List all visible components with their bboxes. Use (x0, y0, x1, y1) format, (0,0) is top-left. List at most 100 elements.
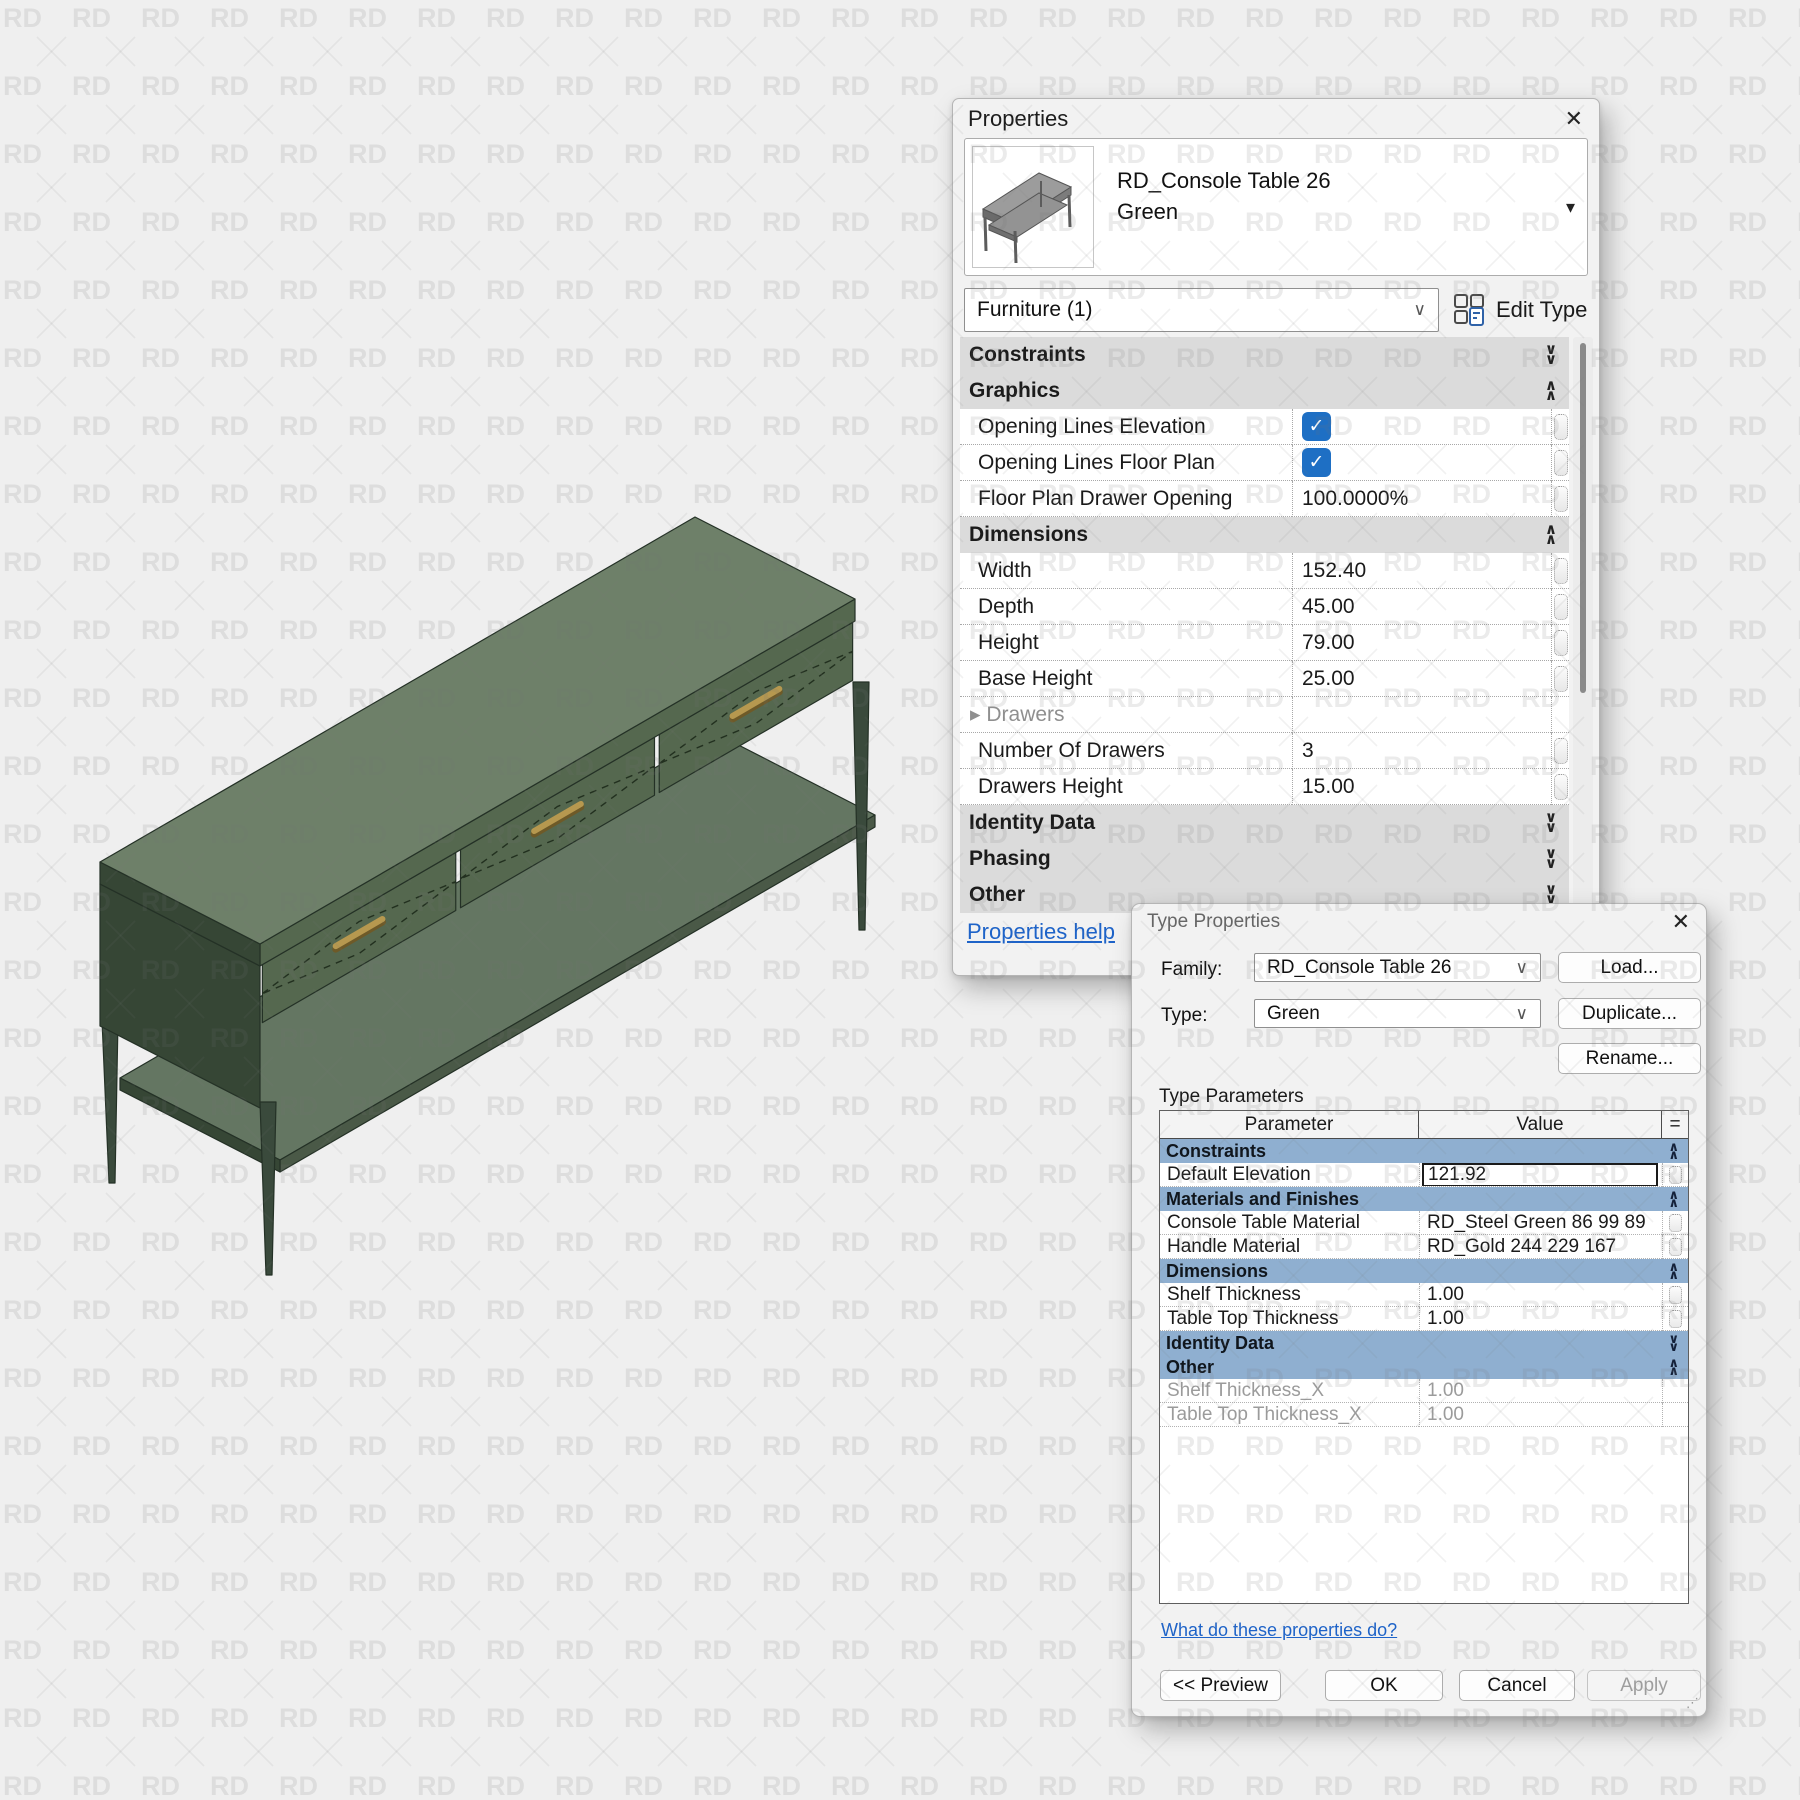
parameter-value[interactable]: 1.00 (1419, 1307, 1662, 1331)
properties-grid: Constraints∨∨Graphics∧∧Opening Lines Ele… (960, 337, 1569, 913)
type-selector[interactable]: RD_Console Table 26 Green ▾ (964, 138, 1588, 276)
table-body: Constraints∧∧Default Elevation121.92Mate… (1160, 1139, 1688, 1427)
type-selector-dropdown-icon[interactable]: ▾ (1566, 197, 1575, 218)
property-label: Opening Lines Floor Plan (960, 445, 1292, 481)
type-section-constraints[interactable]: Constraints∧∧ (1160, 1139, 1688, 1163)
associate-parameter-button[interactable] (1669, 1310, 1682, 1328)
family-combobox[interactable]: RD_Console Table 26 ∨ (1254, 953, 1541, 982)
parameter-value[interactable]: RD_Gold 244 229 167 (1419, 1235, 1662, 1259)
selection-filter-combobox[interactable]: Furniture (1) ∨ (964, 288, 1439, 332)
associate-parameter-button[interactable] (1554, 630, 1568, 656)
value-edit-input[interactable]: 121.92 (1422, 1163, 1658, 1187)
scrollbar-thumb[interactable] (1580, 343, 1586, 693)
properties-section-constraints[interactable]: Constraints ∨∨ (960, 337, 1569, 373)
type-combobox[interactable]: Green ∨ (1254, 999, 1541, 1028)
type-properties-close-icon[interactable]: ✕ (1672, 911, 1690, 933)
associate-parameter-button[interactable] (1554, 594, 1568, 620)
type-section-identity-data[interactable]: Identity Data∨∨ (1160, 1331, 1688, 1355)
collapse-chevrons-icon: ∧∧ (1545, 381, 1557, 401)
properties-section-identity-data[interactable]: Identity Data∨∨ (960, 805, 1569, 841)
load-button[interactable]: Load... (1558, 952, 1701, 983)
property-row-opening-lines-floor-plan: Opening Lines Floor Plan ✓ (960, 445, 1569, 481)
property-label: ▸ Drawers (960, 697, 1292, 733)
properties-section-graphics[interactable]: Graphics ∧∧ (960, 373, 1569, 409)
type-param-row-console-table-material: Console Table MaterialRD_Steel Green 86 … (1160, 1211, 1688, 1235)
associate-parameter-button[interactable] (1554, 738, 1568, 764)
cancel-button[interactable]: Cancel (1459, 1670, 1575, 1701)
parameter-label: Table Top Thickness_X (1160, 1403, 1419, 1427)
table-header: Parameter Value = (1160, 1111, 1688, 1139)
rename-button[interactable]: Rename... (1558, 1043, 1701, 1074)
type-value: Green (1267, 1003, 1320, 1025)
checkbox-checked-icon[interactable]: ✓ (1302, 412, 1331, 441)
property-value[interactable]: 79.00 (1292, 625, 1551, 661)
duplicate-button[interactable]: Duplicate... (1558, 998, 1701, 1029)
associate-parameter-button[interactable] (1669, 1286, 1682, 1304)
associate-parameter-button[interactable] (1554, 450, 1568, 476)
associate-parameter-cell (1662, 1235, 1688, 1259)
parameter-value[interactable]: 1.00 (1419, 1283, 1662, 1307)
type-section-other[interactable]: Other∧∧ (1160, 1355, 1688, 1379)
property-value[interactable]: 100.0000% (1292, 481, 1551, 517)
property-label: Width (960, 553, 1292, 589)
associate-parameter-button[interactable] (1669, 1166, 1682, 1184)
property-label: Drawers Height (960, 769, 1292, 805)
section-label: Dimensions (969, 523, 1088, 547)
property-value[interactable] (1292, 697, 1551, 733)
console-table-geometry (100, 517, 875, 1275)
collapse-chevrons-icon: ∧∧ (1668, 1143, 1679, 1159)
expand-chevrons-icon: ∨∨ (1545, 813, 1557, 833)
section-label: Graphics (969, 379, 1060, 403)
associate-parameter-button[interactable] (1554, 558, 1568, 584)
selected-family-name: RD_Console Table 26 (1117, 165, 1566, 196)
properties-section-dimensions[interactable]: Dimensions ∧∧ (960, 517, 1569, 553)
collapse-chevrons-icon: ∧∧ (1545, 525, 1557, 545)
type-section-dimensions[interactable]: Dimensions∧∧ (1160, 1259, 1688, 1283)
associate-parameter-button[interactable] (1554, 666, 1568, 692)
checkbox-checked-icon[interactable]: ✓ (1302, 448, 1331, 477)
parameter-value[interactable]: 121.92 (1419, 1163, 1662, 1187)
associate-parameter-button[interactable] (1554, 414, 1568, 440)
property-value[interactable]: 3 (1292, 733, 1551, 769)
property-value[interactable]: 25.00 (1292, 661, 1551, 697)
property-row-drawers-height: Drawers Height15.00 (960, 769, 1569, 805)
section-label: Constraints (969, 343, 1086, 367)
expand-chevrons-icon: ∨∨ (1545, 885, 1557, 905)
property-row-drawers: ▸ Drawers (960, 697, 1569, 733)
associate-parameter-cell (1551, 481, 1569, 517)
property-value[interactable]: 45.00 (1292, 589, 1551, 625)
type-row: Type: (1161, 1005, 1207, 1027)
property-value[interactable]: 15.00 (1292, 769, 1551, 805)
section-label: Phasing (969, 847, 1051, 871)
associate-parameter-button[interactable] (1669, 1214, 1682, 1232)
property-value[interactable]: ✓ (1292, 445, 1551, 481)
properties-close-icon[interactable]: ✕ (1565, 108, 1583, 130)
properties-scrollbar[interactable] (1573, 337, 1593, 913)
edit-type-button[interactable]: Edit Type (1453, 293, 1587, 327)
console-table-3d-render[interactable] (55, 425, 885, 1315)
type-param-row-table-top-thickness-x: Table Top Thickness_X1.00 (1160, 1403, 1688, 1427)
associate-parameter-cell (1662, 1283, 1688, 1307)
type-properties-help-link[interactable]: What do these properties do? (1161, 1620, 1397, 1641)
resize-grip[interactable]: ⋰ (1686, 1695, 1700, 1711)
property-label: Base Height (960, 661, 1292, 697)
preview-button[interactable]: << Preview (1160, 1670, 1281, 1701)
type-section-materials-and-finishes[interactable]: Materials and Finishes∧∧ (1160, 1187, 1688, 1211)
parameter-column-header: Parameter (1160, 1111, 1419, 1138)
parameter-value[interactable]: RD_Steel Green 86 99 89 (1419, 1211, 1662, 1235)
associate-parameter-button[interactable] (1554, 774, 1568, 800)
property-value[interactable]: 152.40 (1292, 553, 1551, 589)
expand-chevrons-icon: ∨∨ (1545, 345, 1557, 365)
associate-parameter-button[interactable] (1669, 1238, 1682, 1256)
ok-button[interactable]: OK (1325, 1670, 1443, 1701)
properties-section-phasing[interactable]: Phasing∨∨ (960, 841, 1569, 877)
parameter-value: 1.00 (1419, 1379, 1662, 1403)
family-row: Family: (1161, 959, 1222, 981)
apply-button: Apply (1587, 1670, 1701, 1701)
properties-help-link[interactable]: Properties help (967, 919, 1115, 945)
associate-parameter-cell (1662, 1379, 1688, 1403)
associate-parameter-button[interactable] (1554, 486, 1568, 512)
property-value[interactable]: ✓ (1292, 409, 1551, 445)
chevron-down-icon: ∨ (1516, 958, 1528, 978)
properties-title: Properties (968, 106, 1068, 132)
